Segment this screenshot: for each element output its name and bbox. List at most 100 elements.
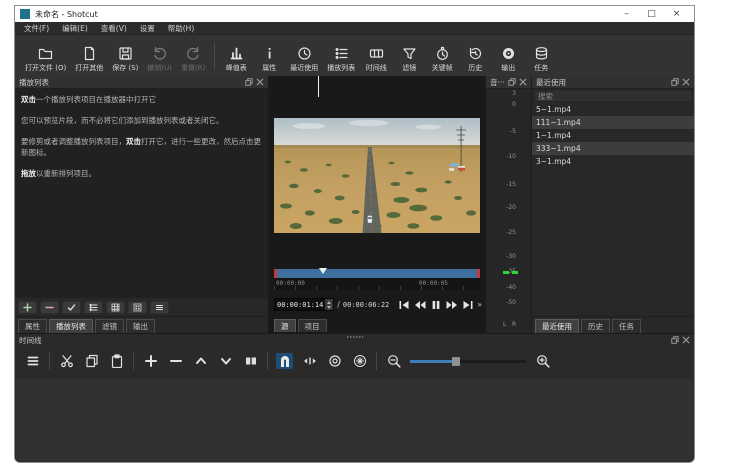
save-button[interactable]: 保存 (S)	[112, 46, 138, 73]
ripple-button[interactable]	[326, 353, 343, 369]
recent-file-item[interactable]: 1~1.mp4	[532, 129, 694, 142]
ripple-all-button[interactable]	[351, 353, 368, 369]
search-input[interactable]	[534, 90, 692, 102]
trim-out-handle[interactable]	[477, 269, 480, 278]
recent-file-item[interactable]: 5~1.mp4	[532, 103, 694, 116]
time-ruler[interactable]: 00:00:00 00:00:05	[274, 278, 480, 290]
maximize-button[interactable]: □	[639, 6, 664, 22]
close-panel-icon[interactable]	[682, 78, 690, 86]
playlist-hint-1: 双击一个播放列表项目在播放器中打开它	[21, 94, 262, 105]
recent-button[interactable]: 最近使用	[290, 46, 318, 73]
remove-icon	[45, 303, 54, 312]
filters-button[interactable]: 滤镜	[397, 46, 421, 73]
timeline-tracks[interactable]	[16, 379, 693, 461]
open-file-icon	[38, 46, 53, 61]
append-button[interactable]	[142, 353, 159, 369]
redo-button[interactable]: 重做(R)	[181, 46, 205, 73]
snap-button[interactable]	[276, 353, 293, 369]
float-panel-icon[interactable]	[671, 336, 679, 344]
menu-item-edit[interactable]: 编辑(E)	[62, 23, 88, 34]
timeline-zoom-slider[interactable]	[410, 356, 526, 367]
tab-export[interactable]: 输出	[126, 319, 155, 333]
timeline-menu-button[interactable]	[24, 353, 41, 369]
zoom-slider-handle[interactable]	[452, 357, 460, 366]
playlist-button[interactable]: 播放列表	[327, 46, 355, 73]
playhead[interactable]	[319, 268, 327, 274]
float-panel-icon[interactable]	[245, 78, 253, 86]
paste-button[interactable]	[108, 353, 125, 369]
timeline-button[interactable]: 时间线	[364, 46, 388, 73]
position-step-up[interactable]	[327, 301, 331, 304]
scrub-drag-button[interactable]	[301, 353, 318, 369]
recent-file-item[interactable]: 333~1.mp4	[532, 142, 694, 155]
update-button[interactable]	[62, 301, 81, 314]
zoom-in-button[interactable]	[534, 353, 551, 369]
history-button[interactable]: 历史	[463, 46, 487, 73]
remove-button[interactable]	[40, 301, 59, 314]
recent-panel-title: 最近使用	[536, 77, 566, 88]
playlist-panel-header: 播放列表	[15, 76, 268, 89]
tab-source[interactable]: 源	[274, 319, 296, 332]
view-tiles-button[interactable]	[106, 301, 125, 314]
split-button[interactable]	[242, 353, 259, 369]
close-panel-icon[interactable]	[256, 78, 264, 86]
jobs-button[interactable]: 任务	[529, 46, 553, 73]
properties-button[interactable]: 属性	[257, 46, 281, 73]
trim-in-handle[interactable]	[274, 269, 277, 278]
pause-icon	[430, 300, 442, 310]
skip-next-button[interactable]	[461, 299, 474, 310]
float-panel-icon[interactable]	[671, 78, 679, 86]
meter-level-right	[512, 271, 518, 274]
dock-splitter-handle[interactable]	[347, 336, 363, 338]
menu-item-view[interactable]: 查看(V)	[101, 23, 127, 34]
close-panel-icon[interactable]	[519, 78, 527, 86]
open-other-button[interactable]: 打开其他	[75, 46, 103, 73]
overwrite-button[interactable]	[217, 353, 234, 369]
timeline-menu-icon	[26, 354, 40, 368]
rewind-button[interactable]	[413, 299, 426, 310]
tab-playlist[interactable]: 播放列表	[49, 319, 93, 333]
meter-panel-header: 音···	[486, 76, 531, 89]
add-button[interactable]	[18, 301, 37, 314]
timeline-toolbar-separator	[133, 352, 134, 370]
tab-recent[interactable]: 最近使用	[535, 319, 579, 333]
undo-button[interactable]: 撤销(U)	[147, 46, 172, 73]
menu-item-settings[interactable]: 设置	[140, 23, 155, 34]
view-details-button[interactable]	[84, 301, 103, 314]
menu-item-help[interactable]: 帮助(H)	[168, 23, 195, 34]
export-button[interactable]: 输出	[496, 46, 520, 73]
close-button[interactable]: ×	[664, 6, 689, 22]
tab-jobs[interactable]: 任务	[612, 319, 641, 333]
playlist-menu-button[interactable]	[150, 301, 169, 314]
cut-button[interactable]	[58, 353, 75, 369]
zoom-out-button[interactable]	[385, 353, 402, 369]
tab-properties[interactable]: 属性	[18, 319, 47, 333]
car	[368, 216, 373, 224]
float-panel-icon[interactable]	[508, 78, 516, 86]
skip-previous-button[interactable]	[397, 299, 410, 310]
tab-project[interactable]: 项目	[298, 319, 327, 332]
menu-item-file[interactable]: 文件(F)	[24, 23, 49, 34]
copy-button[interactable]	[83, 353, 100, 369]
recent-file-item[interactable]: 3~1.mp4	[532, 155, 694, 168]
minimize-button[interactable]: –	[614, 6, 639, 22]
open-file-button[interactable]: 打开文件 (O)	[25, 46, 66, 73]
ripple-delete-button[interactable]	[167, 353, 184, 369]
close-panel-icon[interactable]	[682, 336, 690, 344]
timeline-icon	[369, 46, 384, 61]
tab-history[interactable]: 历史	[581, 319, 610, 333]
peak-meter-button[interactable]: 峰值表	[224, 46, 248, 73]
fast-forward-button[interactable]	[445, 299, 458, 310]
keyframes-button[interactable]: 关键帧	[430, 46, 454, 73]
pause-button[interactable]	[429, 299, 442, 310]
transport-more-button[interactable]: »	[477, 301, 482, 309]
scrub-bar[interactable]	[274, 269, 480, 278]
lift-button[interactable]	[192, 353, 209, 369]
position-step-down[interactable]	[327, 306, 331, 309]
view-icons-button[interactable]	[128, 301, 147, 314]
position-field[interactable]: 00:00:01:14	[274, 298, 334, 311]
window-title: 未命名 - Shotcut	[35, 9, 98, 20]
meter-level-left	[503, 271, 509, 274]
tab-filters[interactable]: 滤镜	[95, 319, 124, 333]
recent-file-item[interactable]: 111~1.mp4	[532, 116, 694, 129]
